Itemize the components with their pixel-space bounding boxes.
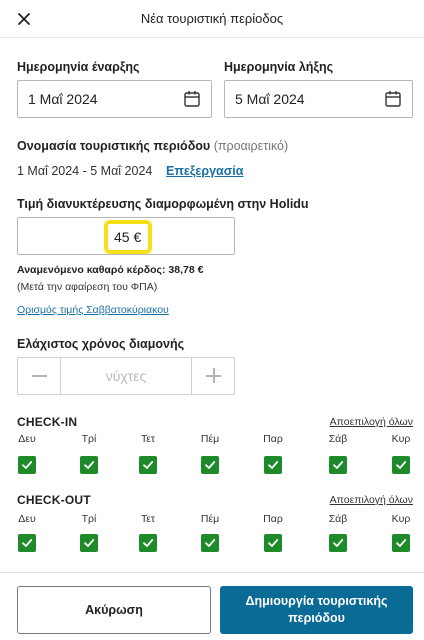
price-value: 45 €: [114, 229, 142, 245]
day-checkbox[interactable]: [201, 456, 219, 474]
day-label: Παρ: [263, 513, 283, 525]
checkin-deselect-all-link[interactable]: Αποεπιλογή όλων: [330, 416, 413, 428]
day-checkbox[interactable]: [80, 456, 98, 474]
day-label: Κυρ: [391, 433, 411, 445]
plus-icon[interactable]: [191, 358, 234, 394]
modal-header: Νέα τουριστική περίοδος: [0, 0, 424, 38]
day-checkbox[interactable]: [139, 534, 157, 552]
checkout-deselect-all-link[interactable]: Αποεπιλογή όλων: [330, 494, 413, 506]
check-icon: [84, 461, 95, 469]
min-stay-label: Ελάχιστος χρόνος διαμονής: [17, 337, 185, 351]
day-checkbox[interactable]: [139, 456, 157, 474]
day-label: Κυρ: [391, 513, 411, 525]
day-checkbox[interactable]: [392, 456, 410, 474]
check-icon: [333, 461, 344, 469]
check-icon: [143, 539, 154, 547]
calendar-icon[interactable]: [183, 90, 201, 108]
weekend-price-link[interactable]: Ορισμός τιμής Σαββατοκύριακου: [17, 304, 169, 316]
day-label: Τετ: [140, 513, 156, 525]
check-icon: [268, 461, 279, 469]
check-icon: [396, 461, 407, 469]
check-icon: [22, 539, 33, 547]
edit-season-name-link[interactable]: Επεξεργασία: [166, 164, 243, 178]
start-date-value: 1 Μαΐ 2024: [28, 91, 98, 107]
day-checkbox[interactable]: [264, 456, 282, 474]
day-checkbox[interactable]: [264, 534, 282, 552]
end-date-value: 5 Μαΐ 2024: [235, 91, 305, 107]
day-checkbox[interactable]: [329, 456, 347, 474]
modal-title: Νέα τουριστική περίοδος: [140, 11, 284, 26]
day-label: Δευ: [18, 513, 36, 525]
day-checkbox[interactable]: [80, 534, 98, 552]
day-checkbox[interactable]: [201, 534, 219, 552]
vat-note: (Μετά την αφαίρεση του ΦΠΑ): [17, 281, 158, 293]
check-icon: [205, 461, 216, 469]
day-checkbox[interactable]: [329, 534, 347, 552]
season-name-label: Ονομασία τουριστικής περιόδου (προαιρετι…: [17, 139, 288, 153]
create-season-button[interactable]: Δημιουργία τουριστικής περιόδου: [220, 586, 413, 634]
season-name-label-text: Ονομασία τουριστικής περιόδου: [17, 139, 211, 153]
check-icon: [205, 539, 216, 547]
check-icon: [396, 539, 407, 547]
day-label: Πέμ: [200, 433, 220, 445]
day-checkbox[interactable]: [392, 534, 410, 552]
day-checkbox[interactable]: [18, 534, 36, 552]
check-icon: [22, 461, 33, 469]
min-stay-stepper: [17, 357, 235, 395]
check-icon: [143, 461, 154, 469]
day-label: Σάβ: [328, 433, 348, 445]
end-date-label: Ημερομηνία λήξης: [224, 60, 334, 74]
optional-hint: (προαιρετικό): [213, 139, 289, 153]
check-icon: [268, 539, 279, 547]
end-date-field[interactable]: 5 Μαΐ 2024: [224, 80, 413, 118]
checkin-title: CHECK-IN: [17, 415, 78, 429]
day-label: Τρί: [81, 513, 97, 525]
day-label: Σάβ: [328, 513, 348, 525]
start-date-field[interactable]: 1 Μαΐ 2024: [17, 80, 212, 118]
season-name-value: 1 Μαΐ 2024 - 5 Μαΐ 2024: [17, 164, 153, 178]
min-stay-input[interactable]: [62, 358, 190, 394]
check-icon: [84, 539, 95, 547]
minus-icon[interactable]: [18, 358, 61, 394]
check-icon: [333, 539, 344, 547]
day-label: Δευ: [18, 433, 36, 445]
day-label: Τετ: [140, 433, 156, 445]
expected-profit: Αναμενόμενο καθαρό κέρδος: 38,78 €: [17, 264, 204, 276]
price-label: Τιμή διανυκτέρευσης διαμορφωμένη στην Ho…: [17, 197, 309, 211]
cancel-button[interactable]: Ακύρωση: [17, 586, 211, 634]
day-label: Πέμ: [200, 513, 220, 525]
day-label: Παρ: [263, 433, 283, 445]
start-date-label: Ημερομηνία έναρξης: [17, 60, 140, 74]
calendar-icon[interactable]: [384, 90, 402, 108]
checkout-title: CHECK-OUT: [17, 493, 91, 507]
day-label: Τρί: [81, 433, 97, 445]
day-checkbox[interactable]: [18, 456, 36, 474]
